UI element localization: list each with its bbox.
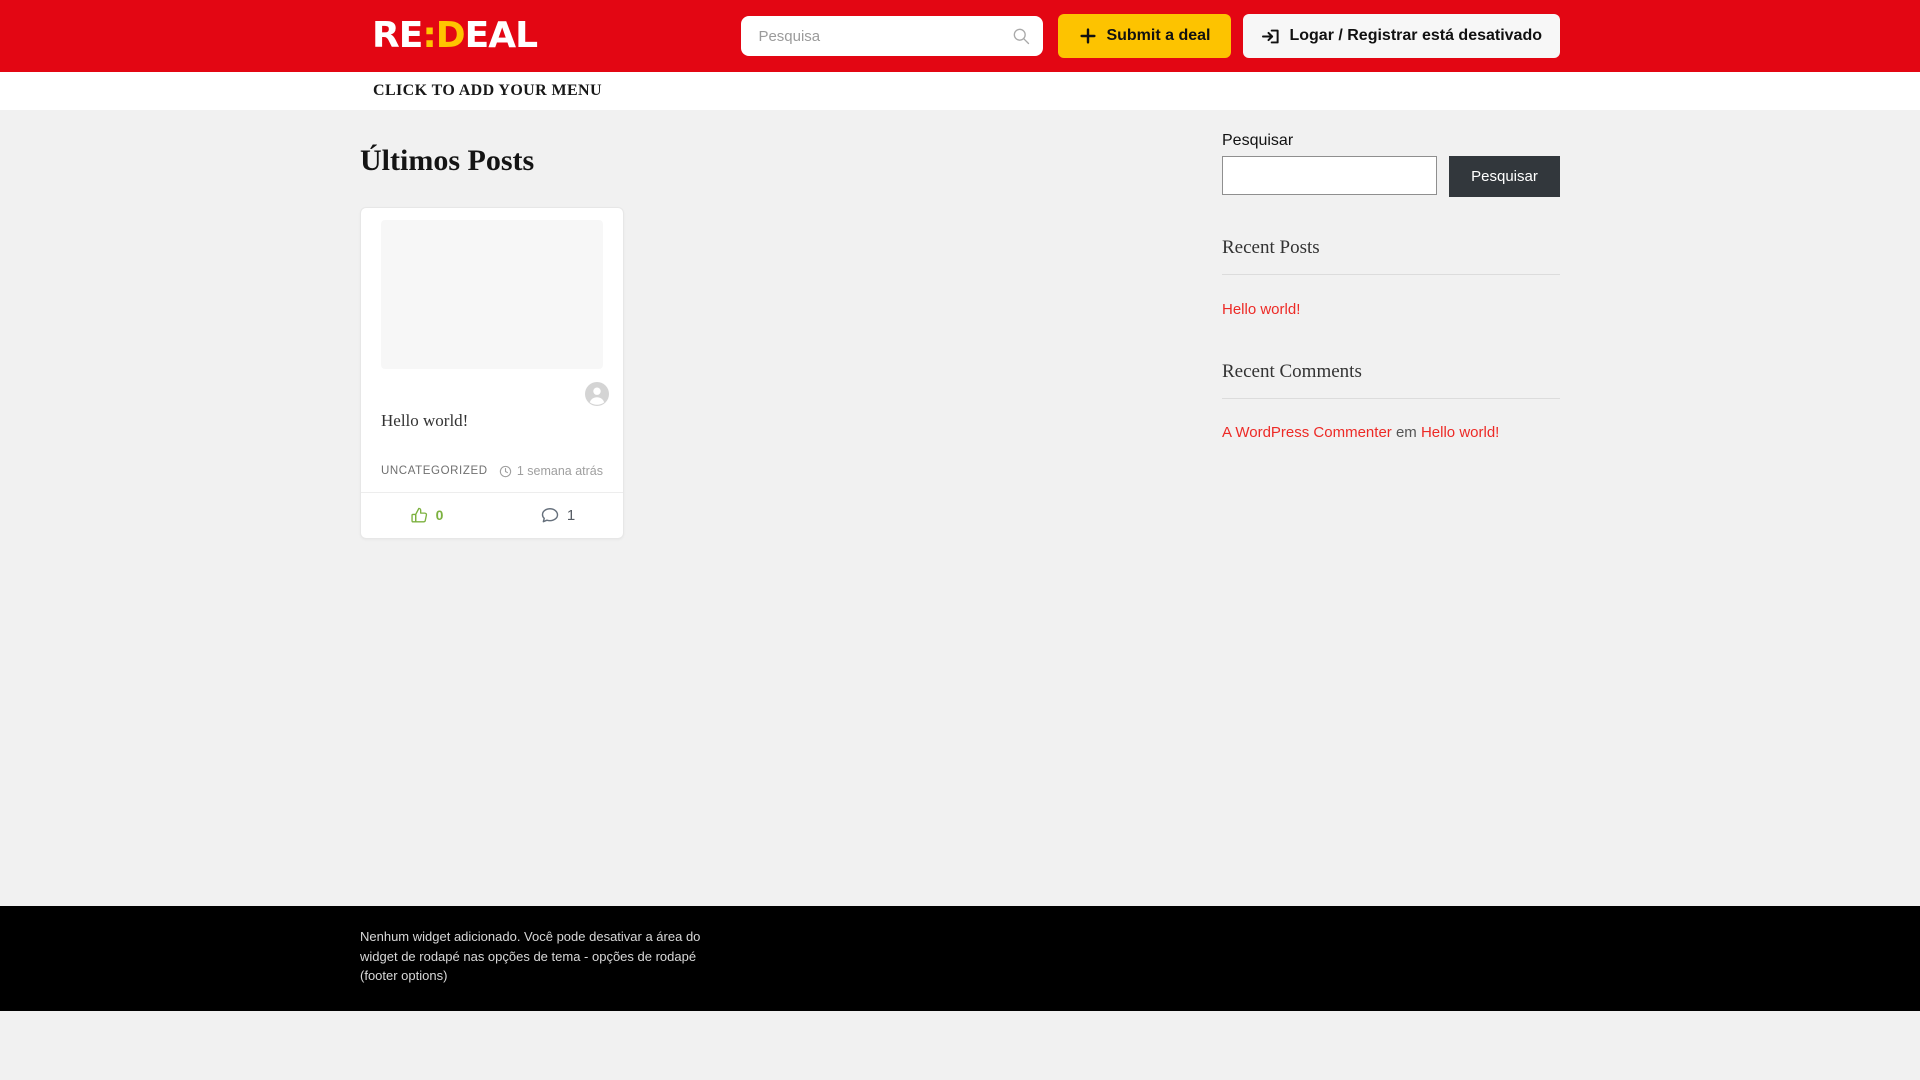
comment-connector: em bbox=[1395, 424, 1417, 441]
header-search bbox=[741, 16, 1044, 56]
comment-post-link[interactable]: Hello world! bbox=[1421, 424, 1499, 441]
sidebar-search-form: Pesquisar bbox=[1222, 156, 1560, 197]
sidebar: Pesquisar Pesquisar Recent Posts Hello w… bbox=[1222, 110, 1560, 539]
comments-link[interactable]: 1 bbox=[492, 493, 623, 538]
footer-widget-notice: Nenhum widget adicionado. Você pode desa… bbox=[360, 929, 701, 983]
logo-text-eal: EAL bbox=[464, 15, 538, 56]
post-title-link[interactable]: Hello world! bbox=[381, 411, 603, 431]
avatar-row bbox=[361, 369, 623, 406]
menu-bar: CLICK TO ADD YOUR MENU bbox=[0, 72, 1920, 110]
content-area: Últimos Posts Hello world! UNCATEGORIZED bbox=[0, 110, 1920, 906]
header-search-input[interactable] bbox=[741, 16, 1044, 56]
recent-posts-heading: Recent Posts bbox=[1222, 237, 1320, 258]
search-icon[interactable] bbox=[1011, 26, 1031, 51]
divider bbox=[1222, 398, 1560, 399]
logo-text-re: RE bbox=[372, 15, 423, 56]
header-bar: RE:DEAL Submit a deal bbox=[0, 0, 1920, 72]
person-icon bbox=[585, 382, 609, 406]
sidebar-search-button[interactable]: Pesquisar bbox=[1449, 156, 1560, 197]
logo-text-d: D bbox=[435, 15, 466, 56]
post-meta: UNCATEGORIZED 1 semana atrás bbox=[381, 464, 603, 478]
divider bbox=[1222, 274, 1560, 275]
sidebar-search-label: Pesquisar bbox=[1222, 132, 1294, 149]
login-icon bbox=[1261, 27, 1280, 46]
comment-count: 1 bbox=[566, 506, 576, 524]
post-time: 1 semana atrás bbox=[499, 464, 603, 478]
post-category-link[interactable]: UNCATEGORIZED bbox=[381, 465, 488, 477]
comment-author-link[interactable]: A WordPress Commenter bbox=[1222, 424, 1392, 441]
clock-icon bbox=[499, 465, 512, 478]
login-register-label: Logar / Registrar está desativado bbox=[1289, 27, 1542, 44]
comment-icon bbox=[540, 505, 560, 525]
site-logo[interactable]: RE:DEAL bbox=[360, 15, 538, 56]
posts-column: Últimos Posts Hello world! UNCATEGORIZED bbox=[360, 110, 1180, 539]
logo-colon: : bbox=[422, 15, 436, 56]
submit-deal-button[interactable]: Submit a deal bbox=[1058, 14, 1232, 58]
page-title: Últimos Posts bbox=[360, 144, 535, 177]
thumbs-up-icon bbox=[410, 506, 429, 525]
post-time-label: 1 semana atrás bbox=[516, 464, 603, 478]
author-avatar[interactable] bbox=[585, 382, 609, 406]
plus-icon bbox=[1079, 27, 1097, 45]
like-count: 0 bbox=[435, 507, 444, 523]
recent-comment-item: A WordPress Commenter em Hello world! bbox=[1222, 424, 1560, 441]
recent-post-link[interactable]: Hello world! bbox=[1222, 301, 1300, 318]
like-button[interactable]: 0 bbox=[361, 493, 492, 538]
recent-comments-heading: Recent Comments bbox=[1222, 361, 1362, 382]
post-card: Hello world! UNCATEGORIZED 1 semana atrá… bbox=[360, 207, 624, 539]
page-footer: Nenhum widget adicionado. Você pode desa… bbox=[0, 906, 1920, 1011]
add-menu-placeholder[interactable]: CLICK TO ADD YOUR MENU bbox=[360, 82, 602, 100]
sidebar-search-input[interactable] bbox=[1222, 156, 1437, 195]
post-thumbnail[interactable] bbox=[381, 220, 603, 369]
post-card-footer: 0 1 bbox=[361, 492, 623, 538]
submit-deal-label: Submit a deal bbox=[1106, 27, 1211, 44]
login-register-button[interactable]: Logar / Registrar está desativado bbox=[1243, 14, 1560, 58]
